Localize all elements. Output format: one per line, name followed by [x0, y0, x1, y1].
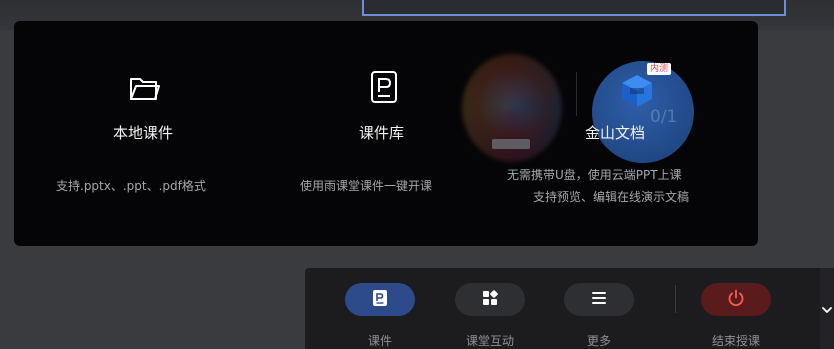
kdocs-logo-icon[interactable] [618, 72, 656, 114]
apps-grid-icon [482, 289, 498, 310]
panel-divider [576, 72, 577, 116]
more-label: 更多 [586, 334, 611, 348]
beta-badge: 内测 [647, 63, 672, 75]
thumbnail-bar [492, 139, 530, 149]
card-title-local-courseware[interactable]: 本地课件 [113, 122, 173, 143]
card-title-courseware-library[interactable]: 课件库 [359, 122, 404, 143]
card-desc-kdocs-line1: 无需携带U盘，使用云端PPT上课 [507, 168, 682, 182]
chevron-down-icon[interactable] [821, 300, 833, 319]
more-button[interactable] [564, 283, 634, 316]
open-courseware-panel: 本地课件 支持.pptx、.ppt、.pdf格式 课件库 使用雨课堂课件一键开课… [14, 21, 758, 246]
menu-icon [591, 290, 607, 309]
slide-preview-frame [362, 0, 786, 16]
toolbar-divider [675, 285, 676, 313]
card-desc-kdocs-line2: 支持预览、编辑在线演示文稿 [533, 190, 690, 204]
end-class-button[interactable] [701, 283, 771, 316]
courseware-library-icon[interactable] [369, 70, 401, 110]
courseware-button[interactable] [345, 283, 415, 316]
bottom-toolbar: 课件 课堂互动 更多 结束授课 [305, 268, 820, 349]
card-title-kdocs[interactable]: 金山文档 [585, 122, 645, 143]
courseware-label: 课件 [367, 334, 392, 348]
classroom-interaction-button[interactable] [455, 283, 525, 316]
end-class-label: 结束授课 [711, 334, 760, 348]
card-desc-local-courseware: 支持.pptx、.ppt、.pdf格式 [56, 179, 206, 193]
folder-icon[interactable] [127, 71, 161, 109]
courseware-icon [372, 289, 388, 311]
power-icon [727, 289, 745, 311]
classroom-interaction-label: 课堂互动 [465, 334, 514, 348]
card-desc-courseware-library: 使用雨课堂课件一键开课 [300, 179, 433, 193]
